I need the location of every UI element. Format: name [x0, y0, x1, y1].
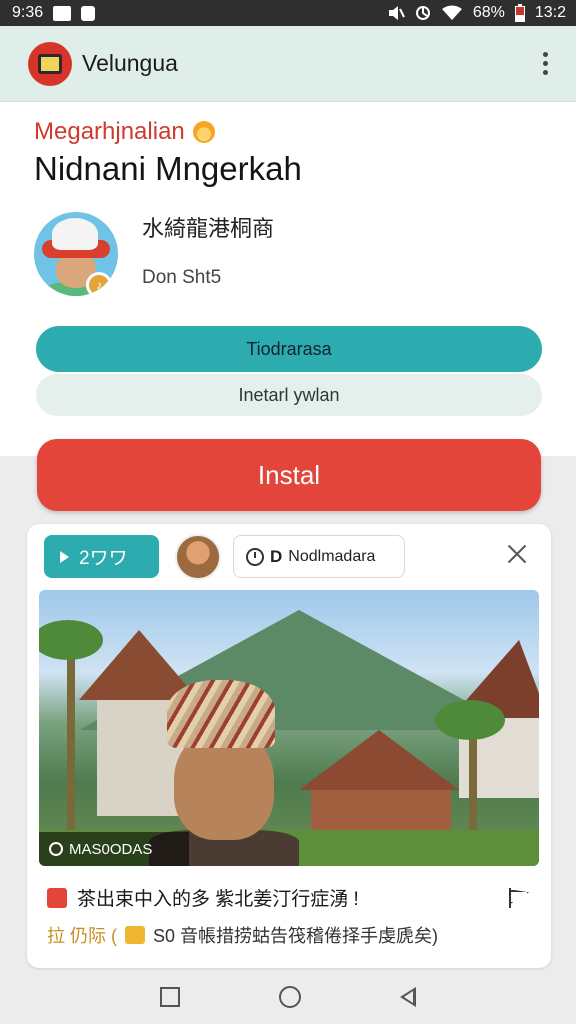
app-title: Velungua — [82, 50, 178, 76]
more-vert-icon[interactable] — [537, 46, 554, 81]
photo-caption-text: MAS0ODAS — [69, 840, 153, 858]
status-left: 9:36 — [12, 4, 96, 22]
avatar[interactable]: ♪ — [34, 212, 118, 296]
card-subtitle-lead: 拉 仍际 ( — [47, 926, 117, 946]
red-tag-icon — [47, 887, 67, 908]
wifi-icon — [441, 5, 463, 21]
mini-avatar[interactable] — [175, 534, 221, 580]
card-title-text: 茶出束中入的多 紫北姜汀行症湧 ! — [77, 889, 359, 910]
status-right: 68% 13:2 — [387, 4, 566, 22]
schedule-chip-label: Nodlmadara — [288, 547, 376, 565]
image-icon — [53, 5, 72, 21]
nav-bar — [0, 970, 576, 1024]
schedule-chip-button[interactable]: D Nodlmadara — [233, 535, 405, 578]
back-triangle-icon[interactable] — [400, 987, 417, 1007]
card-title-line[interactable]: 茶出束中入的多 紫北姜汀行症湧 ! — [47, 884, 531, 911]
battery-percent: 68% — [472, 4, 505, 21]
vpn-icon — [415, 5, 431, 21]
feed-card: 2ワワ D Nodlmadara MAS0ODAS 茶出束中入的多 紫北姜汀行症… — [27, 524, 551, 968]
card-subtitle-text: S0 音帳措捞蛄告筏稽倦择手虔虒矣) — [153, 926, 439, 946]
profile-name: 水綺龍港桐商 — [142, 216, 275, 241]
profile-subtitle: Don Sht5 — [142, 267, 222, 288]
verified-badge-icon: ♪ — [86, 272, 112, 296]
recents-square-icon[interactable] — [159, 987, 180, 1007]
hero-eyebrow: Megarhjnalian — [34, 118, 215, 146]
hero-section: Megarhjnalian Nidnani Mngerkah ♪ 水綺龍港桐商 … — [0, 102, 576, 456]
home-circle-icon[interactable] — [278, 986, 301, 1008]
clock-icon — [246, 547, 264, 566]
location-icon — [49, 842, 63, 856]
install-button[interactable]: Instal — [37, 439, 541, 511]
post-photo[interactable]: MAS0ODAS — [39, 590, 539, 866]
app-logo-icon — [28, 41, 72, 86]
profile-text: 水綺龍港桐商 Don Sht5 — [142, 216, 274, 289]
video-chip-button[interactable]: 2ワワ — [44, 535, 159, 578]
yellow-tag-icon — [125, 926, 145, 944]
notification-icon — [81, 5, 96, 21]
schedule-chip-d: D — [270, 546, 283, 566]
profile[interactable]: ♪ 水綺龍港桐商 Don Sht5 — [34, 212, 274, 296]
mute-icon — [387, 5, 405, 21]
status-clock-right: 13:2 — [534, 4, 566, 21]
primary-pill-button[interactable]: Tiodrarasa — [36, 326, 542, 372]
photo-caption: MAS0ODAS — [39, 832, 189, 866]
secondary-pill-button[interactable]: Inetarl ywlan — [36, 374, 542, 416]
fire-icon — [192, 121, 215, 143]
hero-headline: Nidnani Mngerkah — [34, 150, 302, 187]
video-chip-label: 2ワワ — [79, 548, 128, 569]
hero-eyebrow-text: Megarhjnalian — [34, 118, 185, 145]
card-subtitle-line: 拉 仍际 ( S0 音帳措捞蛄告筏稽倦择手虔虒矣) — [47, 922, 438, 948]
app-bar: Velungua — [0, 26, 576, 102]
status-bar: 9:36 68% 13:2 — [0, 0, 576, 26]
play-icon — [60, 550, 69, 563]
status-time: 9:36 — [12, 4, 44, 21]
flag-icon[interactable] — [509, 887, 531, 908]
close-icon[interactable] — [505, 542, 529, 566]
battery-icon — [514, 4, 525, 22]
